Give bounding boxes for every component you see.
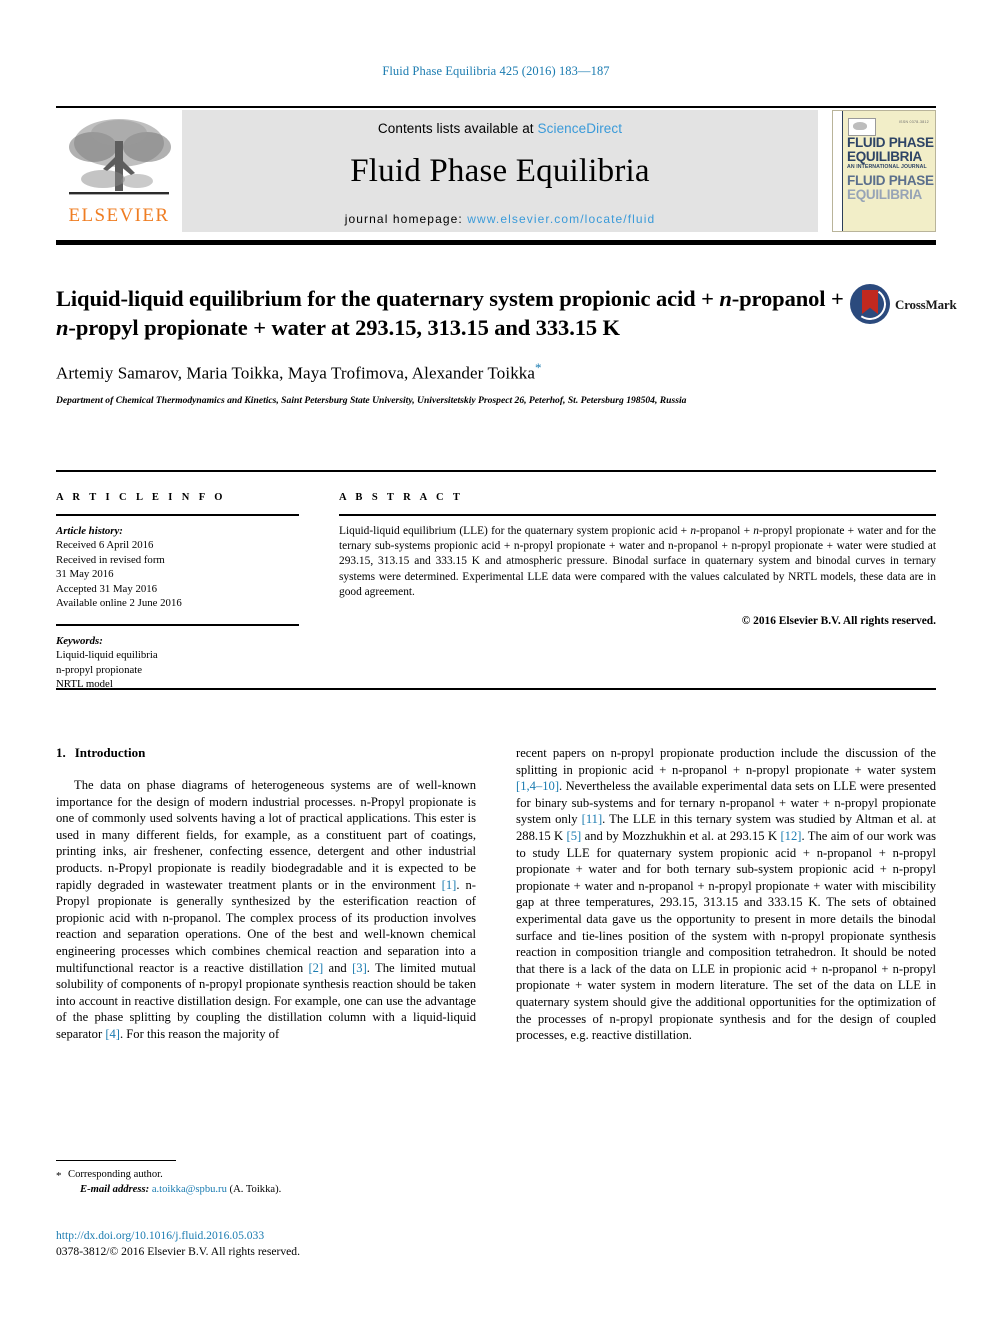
footnote-area: * Corresponding author. E-mail address: … (56, 1160, 476, 1197)
footer-doi-area: http://dx.doi.org/10.1016/j.fluid.2016.0… (56, 1228, 556, 1260)
citation-ref[interactable]: [2] (308, 961, 323, 975)
journal-title: Fluid Phase Equilibria (350, 153, 650, 189)
cover-title-primary: FLUID PHASE EQUILIBRIA (847, 136, 934, 163)
journal-homepage-line: journal homepage: www.elsevier.com/locat… (345, 212, 656, 226)
homepage-link[interactable]: www.elsevier.com/locate/fluid (467, 212, 655, 226)
issn-copyright-line: 0378-3812/© 2016 Elsevier B.V. All right… (56, 1245, 300, 1258)
cover-title-line2: EQUILIBRIA (847, 148, 923, 164)
abstract-top-rule (56, 470, 936, 472)
citation-ref[interactable]: [3] (352, 961, 367, 975)
crossmark-label: CrossMark (895, 297, 957, 312)
history-item: Available online 2 June 2016 (56, 597, 182, 610)
author-list: Artemiy Samarov, Maria Toikka, Maya Trof… (56, 360, 936, 384)
banner-center: Contents lists available at ScienceDirec… (182, 110, 818, 232)
keywords-block: Keywords: Liquid-liquid equilibria n-pro… (56, 624, 299, 692)
abstract-heading: A B S T R A C T (339, 492, 464, 503)
body-column-left: 1. Introduction The data on phase diagram… (56, 745, 476, 1044)
abstract-text: Liquid-liquid equilibrium (LLE) for the … (339, 524, 936, 601)
crossmark-circle-icon (850, 284, 890, 324)
intro-right-s5: . The aim of our work was to study LLE f… (516, 828, 936, 1043)
homepage-prefix: journal homepage: (344, 212, 468, 226)
abstract-segment-2: -propanol + (696, 524, 754, 537)
abstract-bottom-rule (56, 688, 936, 690)
elsevier-wordmark: ELSEVIER (68, 205, 170, 226)
title-segment-2: -propanol + (731, 286, 844, 311)
keywords-label: Keywords: (56, 634, 103, 647)
journal-banner: ELSEVIER Contents lists available at Sci… (56, 106, 936, 232)
email-address-label: E-mail address: (80, 1183, 150, 1195)
title-block: CrossMark Liquid-liquid equilibrium for … (56, 284, 957, 408)
running-head: Fluid Phase Equilibria 425 (2016) 183—18… (382, 64, 610, 78)
abstract-segment-1: Liquid-liquid equilibrium (LLE) for the … (339, 524, 691, 537)
footnote-rule (56, 1160, 176, 1162)
keyword-item: n-propyl propionate (56, 663, 143, 676)
article-info-column: A R T I C L E I N F O Article history: R… (56, 492, 299, 692)
history-item: 31 May 2016 (56, 568, 114, 581)
history-item: Received 6 April 2016 (56, 539, 154, 552)
copyright-notice: © 2016 Elsevier B.V. All rights reserved… (741, 614, 936, 627)
intro-paragraph-left: The data on phase diagrams of heterogene… (56, 777, 476, 1043)
author-names[interactable]: Artemiy Samarov, Maria Toikka, Maya Trof… (56, 364, 535, 383)
article-history-label: Article history: (56, 524, 123, 537)
citation-ref[interactable]: [4] (105, 1027, 120, 1041)
body-column-right: recent papers on n-propyl propionate pro… (516, 745, 936, 1044)
citation-ref[interactable]: [11] (582, 812, 603, 826)
doi-link[interactable]: http://dx.doi.org/10.1016/j.fluid.2016.0… (56, 1228, 556, 1244)
corresponding-author-note: * Corresponding author. (56, 1168, 476, 1183)
citation-ref[interactable]: [5] (567, 829, 582, 843)
banner-top-rule (56, 106, 936, 108)
intro-paragraph-right: recent papers on n-propyl propionate pro… (516, 745, 936, 1044)
cover-subtitle: AN INTERNATIONAL JOURNAL (847, 164, 927, 170)
cover-title-secondary: FLUID PHASE EQUILIBRIA (847, 174, 934, 201)
title-italic-1: n (719, 286, 732, 311)
cover-elsevier-icon (848, 118, 876, 136)
keyword-item: Liquid-liquid equilibria (56, 649, 158, 662)
crossmark-badge[interactable]: CrossMark (850, 284, 957, 326)
journal-cover-thumbnail: ISSN 0378-3812 FLUID PHASE EQUILIBRIA AN… (832, 110, 936, 232)
title-italic-2: n (56, 315, 69, 340)
page-title: Liquid-liquid equilibrium for the quater… (56, 284, 846, 342)
body-columns: 1. Introduction The data on phase diagram… (56, 745, 936, 1044)
header-heavy-rule (56, 240, 936, 245)
info-abstract-region: A R T I C L E I N F O Article history: R… (56, 492, 936, 692)
intro-left-s5: . For this reason the majority of (120, 1026, 280, 1041)
cover-title-line4: EQUILIBRIA (847, 186, 923, 202)
section-heading-introduction: 1. Introduction (56, 745, 476, 761)
intro-right-s4: and by Mozzhukhin et al. at 293.15 K (581, 828, 781, 843)
email-note: E-mail address: a.toikka@spbu.ru (A. Toi… (56, 1183, 476, 1198)
paper-page: Fluid Phase Equilibria 425 (2016) 183—18… (0, 0, 992, 1323)
history-item: Received in revised form (56, 553, 165, 566)
citation-ref[interactable]: [12] (780, 829, 801, 843)
footnote-star-marker: * (56, 1170, 62, 1183)
title-segment-3: -propyl propionate + water at 293.15, 31… (68, 315, 620, 340)
intro-right-s1: recent papers on n-propyl propionate pro… (516, 746, 936, 777)
intro-left-s1: The data on phase diagrams of heterogene… (56, 778, 476, 892)
abstract-column: A B S T R A C T Liquid-liquid equilibriu… (339, 492, 936, 692)
article-info-rule (56, 514, 299, 516)
sciencedirect-link[interactable]: ScienceDirect (538, 121, 623, 136)
keywords-rule (56, 624, 299, 626)
contents-available-line: Contents lists available at ScienceDirec… (378, 121, 622, 136)
citation-ref[interactable]: [1,4–10] (516, 779, 559, 793)
section-title: Introduction (74, 745, 146, 760)
cover-issn-code: ISSN 0378-3812 (898, 120, 929, 124)
elsevier-logo: ELSEVIER (56, 110, 182, 232)
article-info-heading: A R T I C L E I N F O (56, 492, 226, 503)
corresponding-author-text: Corresponding author. (68, 1169, 163, 1181)
elsevier-tree-icon (63, 113, 175, 205)
abstract-rule (339, 514, 936, 516)
keyword-item: NRTL model (56, 678, 113, 691)
citation-ref[interactable]: [1] (442, 878, 457, 892)
section-number: 1. (56, 745, 66, 760)
affiliation: Department of Chemical Thermodynamics an… (56, 394, 687, 406)
history-item: Accepted 31 May 2016 (56, 582, 158, 595)
contents-prefix: Contents lists available at (377, 121, 538, 136)
title-segment-1: Liquid-liquid equilibrium for the quater… (56, 286, 720, 311)
email-owner: (A. Toikka). (229, 1183, 282, 1195)
corresponding-author-marker: * (535, 360, 542, 375)
cover-spine (833, 111, 843, 231)
email-link[interactable]: a.toikka@spbu.ru (152, 1184, 227, 1195)
article-history-block: Article history: Received 6 April 2016 R… (56, 524, 299, 612)
intro-left-s3: and (323, 960, 353, 975)
